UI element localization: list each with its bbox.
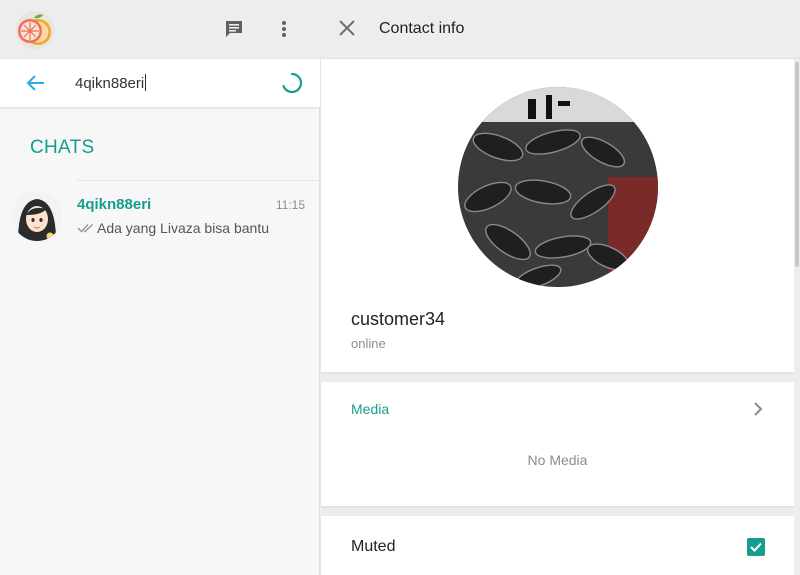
right-header: Contact info	[320, 0, 800, 59]
muted-setting: Muted	[321, 516, 794, 575]
arrow-left-icon[interactable]	[24, 71, 48, 95]
double-check-icon	[77, 223, 94, 233]
left-header	[0, 0, 320, 59]
avatar[interactable]	[12, 191, 62, 241]
profile-photo[interactable]	[458, 87, 658, 287]
chat-preview: Ada yang Livaza bisa bantu	[77, 220, 269, 236]
spinner-icon	[280, 71, 304, 95]
search-input-text: 4qikn88eri	[75, 75, 145, 92]
chevron-right-icon[interactable]	[748, 400, 766, 418]
contact-status: online	[351, 336, 386, 351]
grapefruit-logo-icon[interactable]	[15, 10, 55, 50]
muted-checkbox[interactable]	[747, 538, 765, 556]
search-input[interactable]: 4qikn88eri	[75, 74, 147, 92]
profile-section: customer34 online	[321, 59, 794, 372]
divider	[77, 180, 320, 181]
scrollbar-thumb[interactable]	[795, 62, 799, 267]
contact-name: customer34	[351, 309, 446, 329]
media-section[interactable]: Media No Media	[321, 382, 794, 506]
checkmark-icon	[750, 542, 762, 552]
chat-preview-text: Ada yang Livaza bisa bantu	[97, 220, 270, 236]
no-media-text: No Media	[527, 452, 588, 468]
media-label: Media	[351, 401, 390, 417]
chats-section-title: CHATS	[30, 137, 95, 158]
chat-list-item[interactable]: 4qikn88eri 11:15 Ada yang Livaza bisa ba…	[0, 180, 320, 252]
contact-info-panel: Contact info customer34 online Media No …	[320, 0, 800, 575]
chat-name: 4qikn88eri	[77, 196, 152, 213]
message-icon[interactable]	[222, 17, 246, 41]
chat-time: 11:15	[275, 198, 305, 212]
muted-label: Muted	[351, 538, 396, 555]
search-bar: 4qikn88eri	[0, 59, 320, 107]
close-icon[interactable]	[336, 17, 358, 39]
chat-list-panel: 4qikn88eri CHATS 4qikn88eri 11:15 Ada ya…	[0, 0, 320, 575]
text-caret	[145, 74, 147, 91]
more-vertical-icon[interactable]	[272, 17, 296, 41]
page-title: Contact info	[379, 20, 465, 37]
